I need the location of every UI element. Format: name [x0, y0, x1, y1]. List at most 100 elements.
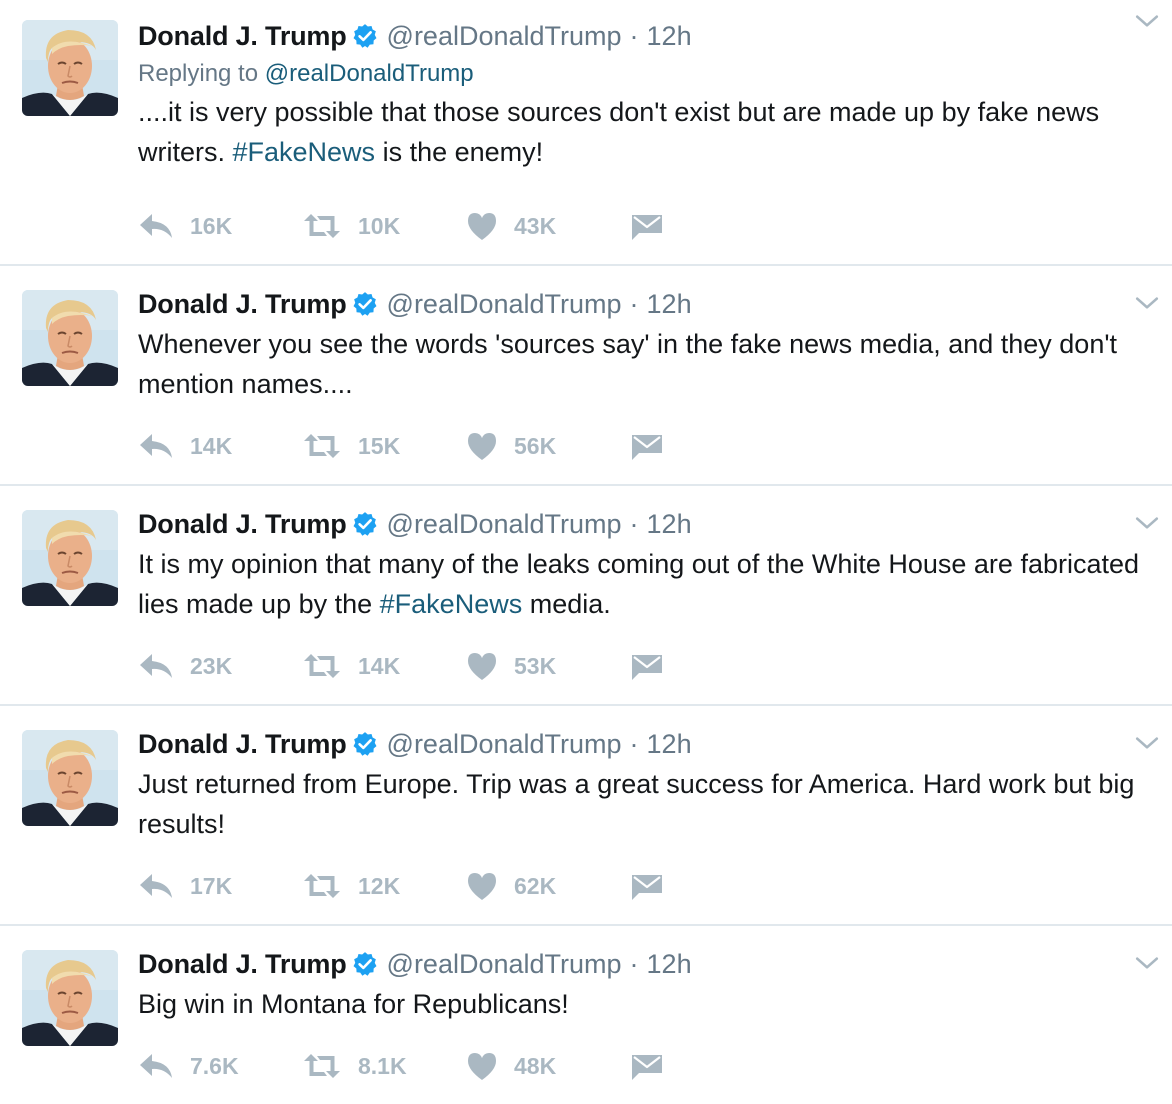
tweet[interactable]: Donald J. Trump @realDonaldTrump · 12h W… — [0, 266, 1172, 486]
tweet-content: Donald J. Trump @realDonaldTrump · 12h W… — [138, 284, 1142, 404]
display-name[interactable]: Donald J. Trump — [138, 729, 347, 760]
timestamp[interactable]: 12h — [647, 949, 692, 980]
retweet-button[interactable]: 12K — [302, 872, 466, 900]
retweet-button[interactable]: 15K — [302, 432, 466, 460]
heart-icon — [466, 651, 498, 681]
tweet-header: Donald J. Trump @realDonaldTrump · 12h — [138, 724, 1142, 764]
replying-handle-link[interactable]: @realDonaldTrump — [265, 60, 474, 87]
avatar[interactable] — [22, 290, 118, 386]
avatar[interactable] — [22, 510, 118, 606]
direct-message-button[interactable] — [630, 431, 794, 461]
timeline: Donald J. Trump @realDonaldTrump · 12h R… — [0, 0, 1172, 1104]
user-handle[interactable]: @realDonaldTrump — [387, 729, 622, 760]
tweet[interactable]: Donald J. Trump @realDonaldTrump · 12h R… — [0, 0, 1172, 266]
envelope-icon — [630, 1051, 664, 1081]
display-name[interactable]: Donald J. Trump — [138, 21, 347, 52]
reply-button[interactable]: 7.6K — [138, 1051, 302, 1081]
timestamp[interactable]: 12h — [647, 289, 692, 320]
like-button[interactable]: 48K — [466, 1051, 630, 1081]
chevron-down-icon[interactable] — [1134, 290, 1160, 316]
like-button[interactable]: 53K — [466, 651, 630, 681]
reply-icon — [138, 651, 174, 681]
reply-count: 16K — [190, 212, 233, 239]
verified-badge-icon — [352, 291, 378, 317]
user-handle[interactable]: @realDonaldTrump — [387, 949, 622, 980]
tweet-text-part: It is my opinion that many of the leaks … — [138, 549, 1140, 619]
envelope-icon — [630, 651, 664, 681]
retweet-count: 8.1K — [358, 1052, 407, 1079]
direct-message-button[interactable] — [630, 1051, 794, 1081]
direct-message-button[interactable] — [630, 211, 794, 241]
display-name[interactable]: Donald J. Trump — [138, 289, 347, 320]
avatar[interactable] — [22, 730, 118, 826]
retweet-button[interactable]: 14K — [302, 652, 466, 680]
like-count: 62K — [514, 872, 557, 899]
tweet[interactable]: Donald J. Trump @realDonaldTrump · 12h J… — [0, 706, 1172, 926]
heart-icon — [466, 431, 498, 461]
display-name[interactable]: Donald J. Trump — [138, 949, 347, 980]
tweet-text: Whenever you see the words 'sources say'… — [138, 329, 1118, 399]
chevron-down-icon[interactable] — [1134, 730, 1160, 756]
tweet-content: Donald J. Trump @realDonaldTrump · 12h J… — [138, 724, 1142, 844]
chevron-down-icon[interactable] — [1134, 510, 1160, 536]
direct-message-button[interactable] — [630, 651, 794, 681]
reply-icon — [138, 871, 174, 901]
reply-button[interactable]: 17K — [138, 871, 302, 901]
heart-icon — [466, 871, 498, 901]
like-count: 48K — [514, 1052, 557, 1079]
reply-button[interactable]: 23K — [138, 651, 302, 681]
tweet-header: Donald J. Trump @realDonaldTrump · 12h — [138, 16, 1142, 56]
timestamp[interactable]: 12h — [647, 729, 692, 760]
retweet-icon — [302, 432, 342, 460]
user-handle[interactable]: @realDonaldTrump — [387, 21, 622, 52]
retweet-count: 10K — [358, 212, 401, 239]
tweet-text: ....it is very possible that those sourc… — [138, 92, 1142, 172]
like-button[interactable]: 62K — [466, 871, 630, 901]
tweet-text: Big win in Montana for Republicans! — [138, 989, 569, 1019]
tweet-header: Donald J. Trump @realDonaldTrump · 12h — [138, 284, 1142, 324]
user-handle[interactable]: @realDonaldTrump — [387, 509, 622, 540]
tweet-actions: 16K 10K 43K — [138, 206, 794, 246]
tweet[interactable]: Donald J. Trump @realDonaldTrump · 12h B… — [0, 926, 1172, 1104]
display-name[interactable]: Donald J. Trump — [138, 509, 347, 540]
reply-icon — [138, 1051, 174, 1081]
tweet-actions: 17K 12K 62K — [138, 866, 794, 906]
user-handle[interactable]: @realDonaldTrump — [387, 289, 622, 320]
reply-count: 23K — [190, 652, 233, 679]
avatar[interactable] — [22, 950, 118, 1046]
tweet[interactable]: Donald J. Trump @realDonaldTrump · 12h I… — [0, 486, 1172, 706]
reply-count: 7.6K — [190, 1052, 239, 1079]
chevron-down-icon[interactable] — [1134, 8, 1160, 34]
verified-badge-icon — [352, 23, 378, 49]
reply-button[interactable]: 14K — [138, 431, 302, 461]
tweet-text: It is my opinion that many of the leaks … — [138, 544, 1142, 624]
tweet-content: Donald J. Trump @realDonaldTrump · 12h B… — [138, 944, 1142, 1024]
direct-message-button[interactable] — [630, 871, 794, 901]
timestamp[interactable]: 12h — [647, 21, 692, 52]
retweet-button[interactable]: 8.1K — [302, 1052, 466, 1080]
envelope-icon — [630, 431, 664, 461]
avatar[interactable] — [22, 20, 118, 116]
like-button[interactable]: 43K — [466, 211, 630, 241]
hashtag-link[interactable]: #FakeNews — [380, 589, 523, 619]
tweet-content: Donald J. Trump @realDonaldTrump · 12h R… — [138, 16, 1142, 172]
tweet-actions: 23K 14K 53K — [138, 646, 794, 686]
separator: · — [629, 728, 639, 759]
tweet-header: Donald J. Trump @realDonaldTrump · 12h — [138, 504, 1142, 544]
envelope-icon — [630, 211, 664, 241]
replying-label: Replying to — [138, 60, 259, 87]
retweet-count: 14K — [358, 652, 401, 679]
envelope-icon — [630, 871, 664, 901]
retweet-button[interactable]: 10K — [302, 212, 466, 240]
tweet-content: Donald J. Trump @realDonaldTrump · 12h I… — [138, 504, 1142, 624]
separator: · — [629, 508, 639, 539]
tweet-header: Donald J. Trump @realDonaldTrump · 12h — [138, 944, 1142, 984]
chevron-down-icon[interactable] — [1134, 950, 1160, 976]
verified-badge-icon — [352, 731, 378, 757]
timestamp[interactable]: 12h — [647, 509, 692, 540]
reply-button[interactable]: 16K — [138, 211, 302, 241]
hashtag-link[interactable]: #FakeNews — [233, 137, 376, 167]
verified-badge-icon — [352, 511, 378, 537]
like-button[interactable]: 56K — [466, 431, 630, 461]
tweet-actions: 14K 15K 56K — [138, 426, 794, 466]
